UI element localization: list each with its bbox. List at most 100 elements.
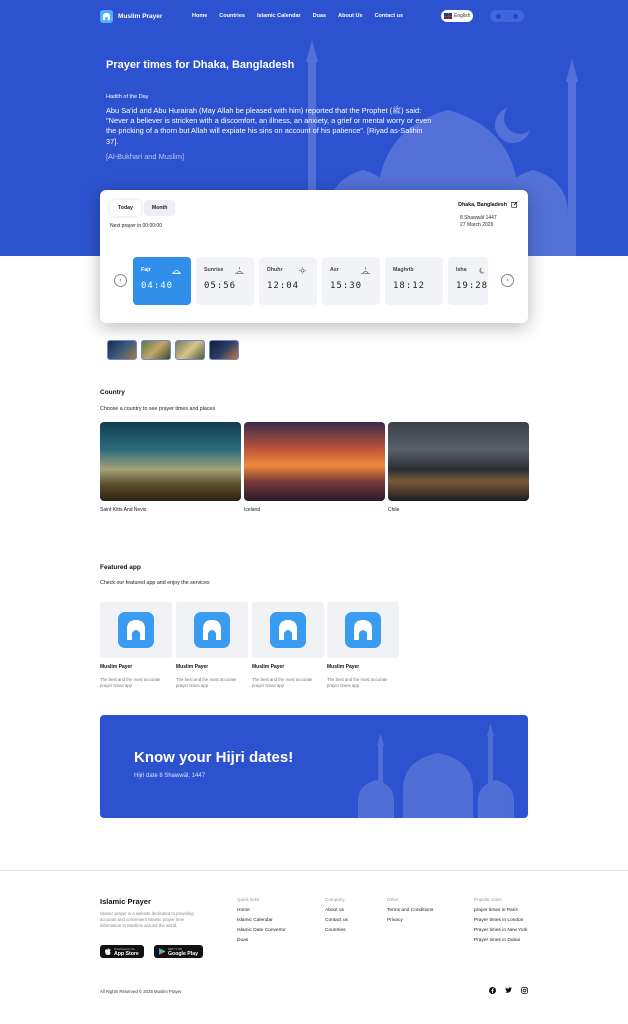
- footer-col-title: Other: [387, 897, 399, 902]
- prayer-tile-maghrib[interactable]: Maghrib 18:12: [385, 257, 443, 305]
- edit-icon: [511, 201, 518, 208]
- mosque-skyline-illustration: [358, 723, 514, 818]
- location-label: Dhaka, Bangladesh: [458, 201, 507, 208]
- sun-icon: [496, 13, 501, 19]
- footer-link-about-us[interactable]: About us: [325, 908, 348, 913]
- footer-link-duas[interactable]: Duas: [237, 938, 286, 943]
- footer-col-title: Company: [325, 897, 345, 902]
- date-block: 8 Shawwāl 1447 27 March 2026: [460, 215, 497, 229]
- prayer-tile-sunrise[interactable]: Sunrise 05:56: [196, 257, 254, 305]
- prayer-time: 18:12: [393, 281, 426, 291]
- app-store-button[interactable]: Download on the App Store: [100, 945, 144, 958]
- nav-link-islamic-calendar[interactable]: Islamic Calendar: [257, 13, 301, 19]
- prayer-name: Maghrib: [393, 267, 414, 273]
- app-card[interactable]: [252, 602, 324, 658]
- country-card-saint-kitts[interactable]: [100, 422, 241, 501]
- prayer-tile-dhuhr[interactable]: Dhuhr 12:04: [259, 257, 317, 305]
- prayer-tile-asr[interactable]: Asr 15:30: [322, 257, 380, 305]
- brand-logo[interactable]: Muslim Prayer: [100, 10, 162, 23]
- location-selector[interactable]: Dhaka, Bangladesh: [458, 201, 518, 208]
- app-description: The best and the most accurate prayer ti…: [327, 677, 388, 688]
- nav-link-about-us[interactable]: About Us: [338, 13, 362, 19]
- footer-link-home[interactable]: Home: [237, 908, 286, 913]
- prayer-tile-isha[interactable]: Isha 19:28: [448, 257, 488, 305]
- nav-link-contact-us[interactable]: Contact us: [375, 13, 403, 19]
- mosque-app-icon: [270, 612, 306, 648]
- sun-icon: [299, 267, 306, 274]
- footer-link-terms[interactable]: Terms and Conditions: [387, 908, 433, 913]
- thumbnail-image[interactable]: [175, 340, 205, 360]
- google-play-label: Google Play: [168, 950, 198, 957]
- thumbnail-image[interactable]: [141, 340, 171, 360]
- app-description: The best and the most accurate prayer ti…: [100, 677, 161, 688]
- uk-flag-icon: [444, 13, 452, 19]
- theme-toggle[interactable]: [490, 10, 524, 22]
- prayer-name: Asr: [330, 267, 339, 273]
- google-play-button[interactable]: GET IT ON Google Play: [154, 945, 203, 958]
- apple-icon: [105, 948, 111, 955]
- footer-link-countries[interactable]: Countries: [325, 928, 348, 933]
- app-card[interactable]: [176, 602, 248, 658]
- hijri-banner-subtitle: Hijri date 8 Shawwāl, 1447: [134, 773, 206, 779]
- country-name: Saint Kitts And Nevis: [100, 507, 147, 513]
- prayer-times-card: Today Month Next prayer in 00:00:00 Dhak…: [100, 190, 528, 323]
- footer-link-contact-us[interactable]: Contact us: [325, 918, 348, 923]
- country-card-iceland[interactable]: [244, 422, 385, 501]
- hadith-label: Hadith of the Day: [106, 94, 149, 100]
- prev-arrow-button[interactable]: ‹: [114, 274, 127, 287]
- country-name: Iceland: [244, 507, 261, 513]
- app-name: Muslim Payer: [176, 664, 209, 670]
- app-name: Muslim Payer: [327, 664, 360, 670]
- language-selector[interactable]: English: [441, 10, 473, 22]
- instagram-icon[interactable]: [520, 986, 528, 994]
- hijri-banner-title: Know your Hijri dates!: [134, 749, 294, 766]
- app-card[interactable]: [327, 602, 399, 658]
- mosque-app-icon: [194, 612, 230, 648]
- facebook-icon[interactable]: [488, 986, 496, 994]
- moon-icon: [479, 267, 485, 274]
- hadith-source: [Al-Bukhari and Muslim]: [106, 152, 185, 161]
- tab-month[interactable]: Month: [143, 200, 176, 216]
- nav-link-duas[interactable]: Duas: [313, 13, 326, 19]
- top-navbar: Muslim Prayer Home Countries Islamic Cal…: [0, 0, 628, 34]
- view-tabs: Today Month: [110, 200, 176, 216]
- hijri-date: 8 Shawwāl 1447: [460, 215, 497, 221]
- prayer-tile-fajr[interactable]: Fajr 04:40: [133, 257, 191, 305]
- twitter-icon[interactable]: [504, 986, 512, 994]
- footer-col-other: Other Terms and Conditions Privacy: [387, 897, 433, 928]
- prayer-time: 15:30: [330, 281, 363, 291]
- app-name: Muslim Payer: [100, 664, 133, 670]
- hadith-text: Abu Sa'id and Abu Hurairah (May Allah be…: [106, 106, 432, 146]
- nav-link-countries[interactable]: Countries: [219, 13, 245, 19]
- page-title: Prayer times for Dhaka, Bangladesh: [106, 59, 295, 71]
- footer-link-islamic-calendar[interactable]: Islamic Calendar: [237, 918, 286, 923]
- footer-col-title: Popular cities: [474, 897, 502, 902]
- nav-links: Home Countries Islamic Calendar Duas Abo…: [192, 13, 403, 19]
- country-section-title: Country: [100, 389, 125, 396]
- thumbnail-image[interactable]: [107, 340, 137, 360]
- mosque-app-icon: [345, 612, 381, 648]
- country-card-chile[interactable]: [388, 422, 529, 501]
- nav-link-home[interactable]: Home: [192, 13, 207, 19]
- prayer-time: 19:28: [456, 281, 488, 291]
- copyright-text: All Rights Reserved © 2026 Muslim Prayer: [100, 989, 182, 994]
- footer-link-privacy[interactable]: Privacy: [387, 918, 433, 923]
- footer-link-date-convertor[interactable]: Islamic Date Convertor: [237, 928, 286, 933]
- country-section-subtitle: Choose a country to see prayer times and…: [100, 406, 216, 412]
- app-card[interactable]: [100, 602, 172, 658]
- footer-link-dubai[interactable]: Prayer times in Dubai: [474, 938, 528, 943]
- tab-today[interactable]: Today: [110, 200, 141, 216]
- image-thumbnails: [107, 340, 239, 360]
- footer-link-new-york[interactable]: Prayer times in New York: [474, 928, 528, 933]
- footer-col-quick-links: Quick links Home Islamic Calendar Islami…: [237, 897, 286, 948]
- mosque-app-icon: [118, 612, 154, 648]
- prayer-times-row: Fajr 04:40 Sunrise 05:56 Dhuhr 12:04 Asr…: [133, 257, 488, 305]
- next-arrow-button[interactable]: ›: [501, 274, 514, 287]
- app-name: Muslim Payer: [252, 664, 285, 670]
- brand-name: Muslim Prayer: [118, 13, 163, 20]
- featured-section-title: Featured app: [100, 564, 141, 571]
- thumbnail-image[interactable]: [209, 340, 239, 360]
- footer-link-paris[interactable]: prayer times in Paris: [474, 908, 528, 913]
- footer-divider: [0, 870, 628, 871]
- footer-link-london[interactable]: Prayer times in London: [474, 918, 528, 923]
